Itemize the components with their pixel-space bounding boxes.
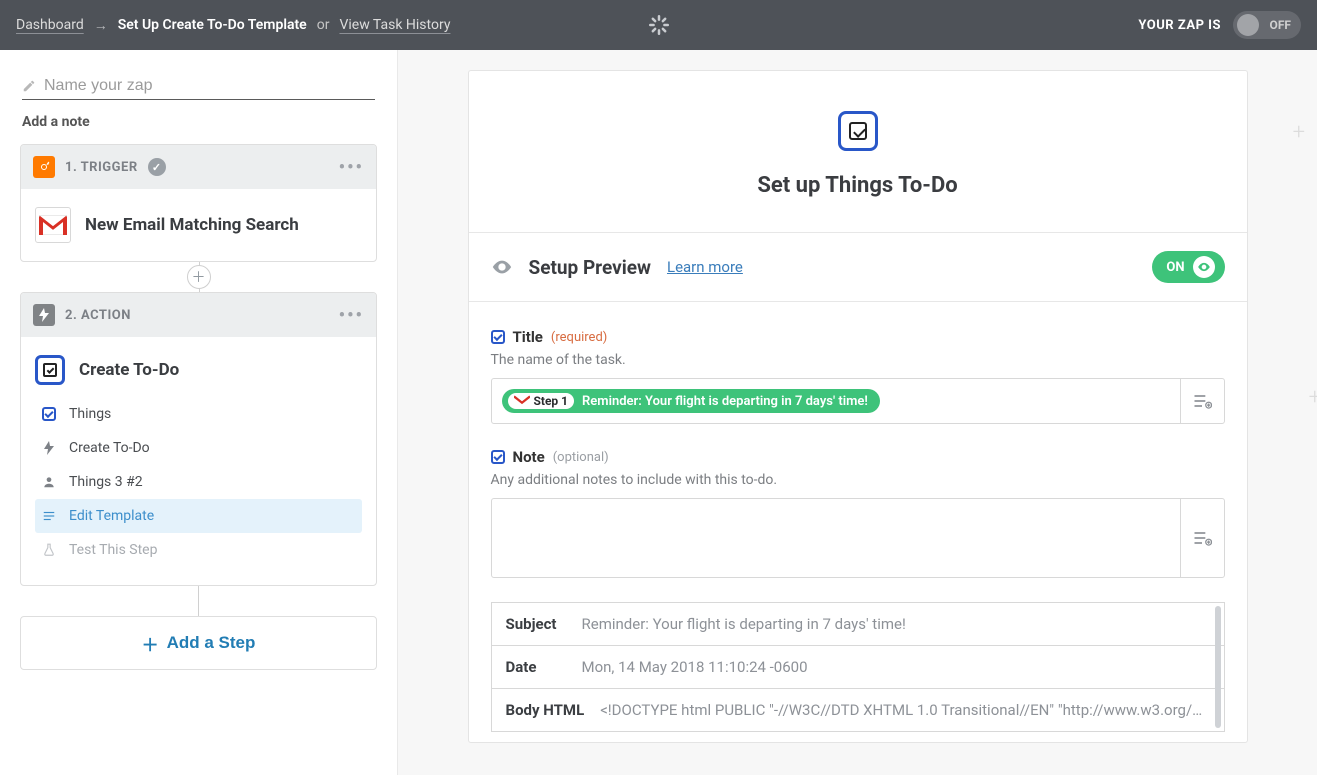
background-plus-icon: + — [1309, 385, 1317, 410]
data-key: Date — [506, 658, 566, 676]
title-field-input[interactable]: Step 1 Reminder: Your flight is departin… — [491, 378, 1225, 424]
mapped-field-pill[interactable]: Step 1 Reminder: Your flight is departin… — [502, 389, 880, 413]
add-step-button[interactable]: ＋ Add a Step — [20, 616, 377, 670]
field-name: Note — [513, 448, 545, 466]
scrollbar[interactable] — [1215, 606, 1221, 728]
zap-status: YOUR ZAP IS OFF — [1138, 11, 1301, 39]
field-name: Title — [513, 328, 543, 346]
step-menu-button[interactable]: ••• — [339, 157, 364, 178]
things-small-icon — [491, 450, 505, 464]
bolt-icon — [41, 440, 57, 456]
sample-data-list: Subject Reminder: Your flight is departi… — [491, 602, 1225, 732]
things-small-icon — [41, 406, 57, 422]
step-chip: Step 1 — [508, 393, 575, 409]
things-small-icon — [491, 330, 505, 344]
substep-label: Things — [69, 406, 111, 422]
zapier-logo-icon — [649, 15, 669, 35]
pencil-icon — [22, 79, 36, 93]
main-area: + + Set up Things To-Do Setup Preview Le… — [398, 50, 1317, 775]
breadcrumb-history[interactable]: View Task History — [339, 17, 450, 33]
note-field-help: Any additional notes to include with thi… — [491, 472, 1225, 488]
step-head-trigger[interactable]: 1. TRIGGER ✓ ••• — [21, 145, 376, 189]
preview-toggle[interactable]: ON — [1152, 251, 1224, 283]
pill-text: Reminder: Your flight is departing in 7 … — [582, 394, 868, 409]
panel-hero: Set up Things To-Do — [469, 71, 1247, 233]
note-field-label: Note (optional) — [491, 448, 1225, 466]
step-card-trigger: 1. TRIGGER ✓ ••• New Email Matching Sear… — [20, 144, 377, 262]
step-head-action[interactable]: 2. ACTION ••• — [21, 293, 376, 337]
left-sidebar: Add a note 1. TRIGGER ✓ ••• New Email Ma… — [0, 50, 398, 775]
step-menu-button[interactable]: ••• — [339, 305, 364, 326]
data-row[interactable]: Date Mon, 14 May 2018 11:10:24 -0600 — [491, 646, 1225, 689]
things-large-icon — [838, 111, 878, 151]
substep-label: Things 3 #2 — [69, 474, 143, 490]
gmail-app-icon — [35, 207, 71, 243]
action-substeps: Things Create To-Do Things 3 #2 Edit Tem… — [35, 397, 362, 567]
eye-icon — [491, 256, 513, 278]
breadcrumb-or: or — [317, 17, 330, 33]
eye-icon — [1193, 256, 1215, 278]
data-value: Mon, 14 May 2018 11:10:24 -0600 — [582, 658, 1210, 676]
zap-name-row — [22, 73, 375, 100]
add-step-label: Add a Step — [167, 633, 256, 653]
person-icon — [41, 474, 57, 490]
breadcrumb: Dashboard → Set Up Create To-Do Template… — [16, 17, 450, 34]
arrow-right-icon: → — [94, 17, 108, 34]
zap-status-label: YOUR ZAP IS — [1138, 18, 1221, 33]
title-field-help: The name of the task. — [491, 352, 1225, 368]
action-badge-icon — [33, 304, 55, 326]
breadcrumb-dashboard[interactable]: Dashboard — [16, 17, 84, 33]
step-head-label: 2. ACTION — [65, 308, 131, 323]
data-row[interactable]: Body HTML <!DOCTYPE html PUBLIC "-//W3C/… — [491, 689, 1225, 732]
step-head-label: 1. TRIGGER — [65, 160, 138, 175]
substep-label: Create To-Do — [69, 440, 150, 456]
toggle-off-label: OFF — [1270, 18, 1291, 32]
data-value: <!DOCTYPE html PUBLIC "-//W3C//DTD XHTML… — [600, 701, 1209, 719]
title-field-label: Title (required) — [491, 328, 1225, 346]
gmail-mini-icon — [514, 395, 530, 407]
learn-more-link[interactable]: Learn more — [667, 258, 743, 276]
action-title: Create To-Do — [79, 360, 179, 380]
plus-icon: ＋ — [142, 631, 159, 656]
substep-app[interactable]: Things — [35, 397, 362, 431]
insert-field-button[interactable] — [1180, 379, 1224, 423]
trigger-title: New Email Matching Search — [85, 215, 299, 235]
step-connector: ＋ — [20, 262, 377, 292]
top-bar: Dashboard → Set Up Create To-Do Template… — [0, 0, 1317, 50]
note-field-input[interactable] — [491, 498, 1225, 578]
list-icon — [41, 508, 57, 524]
preview-title: Setup Preview — [529, 256, 651, 279]
data-key: Subject — [506, 615, 566, 633]
required-marker: (required) — [551, 330, 607, 345]
substep-account[interactable]: Things 3 #2 — [35, 465, 362, 499]
main-panel: Set up Things To-Do Setup Preview Learn … — [468, 70, 1248, 743]
data-row[interactable]: Subject Reminder: Your flight is departi… — [491, 602, 1225, 646]
substep-test[interactable]: Test This Step — [35, 533, 362, 567]
things-app-icon — [35, 355, 65, 385]
background-plus-icon: + — [1293, 120, 1305, 145]
breadcrumb-current: Set Up Create To-Do Template — [118, 17, 307, 33]
add-step-between-button[interactable]: ＋ — [187, 265, 211, 289]
data-key: Body HTML — [506, 701, 585, 719]
trigger-badge-icon — [33, 156, 55, 178]
connector-line — [198, 586, 199, 616]
preview-on-label: ON — [1166, 260, 1184, 275]
step-card-action: 2. ACTION ••• Create To-Do Things — [20, 292, 377, 586]
check-circle-icon: ✓ — [148, 158, 166, 176]
data-value: Reminder: Your flight is departing in 7 … — [582, 615, 1210, 633]
substep-edit-template[interactable]: Edit Template — [35, 499, 362, 533]
zap-name-input[interactable] — [44, 77, 375, 95]
hero-title: Set up Things To-Do — [469, 173, 1247, 198]
substep-label: Test This Step — [69, 542, 157, 558]
substep-action[interactable]: Create To-Do — [35, 431, 362, 465]
zap-enabled-toggle[interactable]: OFF — [1233, 11, 1301, 39]
flask-icon — [41, 542, 57, 558]
substep-label: Edit Template — [69, 508, 154, 524]
optional-marker: (optional) — [553, 450, 609, 465]
setup-preview-bar: Setup Preview Learn more ON — [469, 233, 1247, 302]
form-area: Title (required) The name of the task. S… — [469, 302, 1247, 742]
add-note-link[interactable]: Add a note — [20, 108, 92, 144]
insert-field-button[interactable] — [1180, 499, 1224, 577]
toggle-knob — [1237, 14, 1259, 36]
